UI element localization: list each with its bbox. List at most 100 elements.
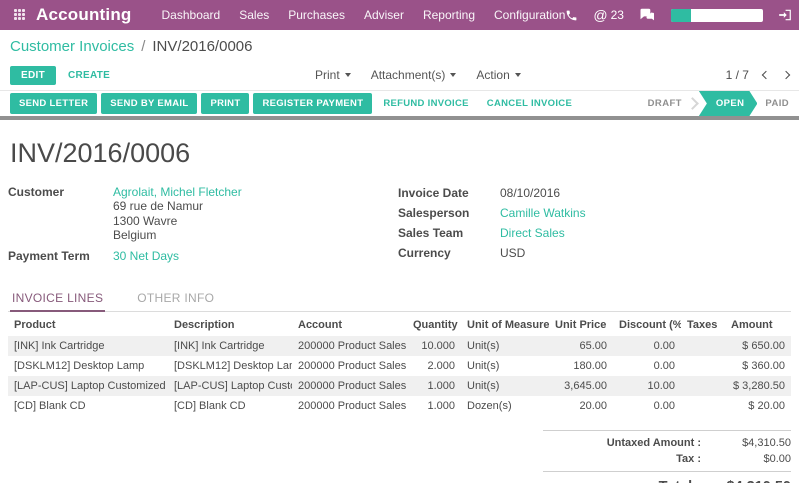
print-button[interactable]: PRINT [201,93,249,114]
customer-address-line: 1300 Wavre [113,214,398,229]
pager-counter[interactable]: 1 / 7 [726,68,749,82]
cell-uom: Unit(s) [461,336,549,356]
planner-progress-fill [671,9,691,22]
cell-unit-price: 20.00 [549,396,613,416]
salesperson-label: Salesperson [398,205,500,221]
cell-amount: $ 20.00 [725,396,791,416]
customer-address-line: Belgium [113,228,398,243]
status-widget: DRAFT OPEN PAID [648,91,789,116]
cell-unit-price: 3,645.00 [549,376,613,396]
customer-address-line: 69 rue de Namur [113,199,398,214]
col-taxes: Taxes [681,313,725,336]
cell-discount: 0.00 [613,356,681,376]
cell-description: [CD] Blank CD [168,396,292,416]
cell-description: [DSKLM12] Desktop Lamp [168,356,292,376]
chevron-down-icon [345,73,351,77]
mentions-count: 23 [611,8,624,22]
cell-quantity: 1.000 [407,376,461,396]
tab-invoice-lines[interactable]: INVOICE LINES [10,285,105,312]
cell-discount: 10.00 [613,376,681,396]
planner-progressbar[interactable] [671,9,763,22]
menu-dashboard[interactable]: Dashboard [162,8,221,22]
cell-amount: $ 650.00 [725,336,791,356]
cell-account: 200000 Product Sales [292,396,407,416]
attachments-dropdown[interactable]: Attachment(s) [371,68,457,82]
customer-label: Customer [8,185,113,243]
send-letter-button[interactable]: SEND LETTER [10,93,97,114]
mentions-icon[interactable]: @ 23 [593,7,624,23]
cancel-invoice-button[interactable]: CANCEL INVOICE [480,93,579,114]
cell-taxes [681,336,725,356]
table-row[interactable]: [DSKLM12] Desktop Lamp [DSKLM12] Desktop… [8,356,791,376]
customer-link[interactable]: Agrolait, Michel Fletcher [113,185,242,199]
cell-taxes [681,396,725,416]
attachments-dropdown-label: Attachment(s) [371,68,446,82]
cell-quantity: 10.000 [407,336,461,356]
salesperson-link[interactable]: Camille Watkins [500,205,791,221]
breadcrumb-separator: / [141,38,145,55]
menu-reporting[interactable]: Reporting [423,8,475,22]
sign-in-icon[interactable] [778,8,792,22]
cell-account: 200000 Product Sales [292,376,407,396]
col-discount: Discount (%) [613,313,681,336]
register-payment-button[interactable]: REGISTER PAYMENT [253,93,372,114]
chat-icon[interactable] [639,8,656,22]
table-row[interactable]: [CD] Blank CD [CD] Blank CD 200000 Produ… [8,396,791,416]
cell-product: [LAP-CUS] Laptop Customized [8,376,168,396]
table-row[interactable]: [LAP-CUS] Laptop Customized [LAP-CUS] La… [8,376,791,396]
col-uom: Unit of Measure [461,313,549,336]
action-dropdown-label: Action [476,68,509,82]
col-amount: Amount [725,313,791,336]
cell-product: [DSKLM12] Desktop Lamp [8,356,168,376]
statusbar: SEND LETTER SEND BY EMAIL PRINT REGISTER… [0,90,799,116]
cell-taxes [681,356,725,376]
refund-invoice-button[interactable]: REFUND INVOICE [376,93,475,114]
untaxed-amount-value: $4,310.50 [713,437,791,449]
pager-next-icon[interactable] [782,71,790,79]
total-value: $4,310.50 [713,479,791,483]
cell-amount: $ 3,280.50 [725,376,791,396]
cell-taxes [681,376,725,396]
state-draft[interactable]: DRAFT [648,98,682,109]
cell-account: 200000 Product Sales [292,336,407,356]
pager-previous-icon[interactable] [762,71,770,79]
invoice-date-value: 08/10/2016 [500,185,791,201]
sales-team-label: Sales Team [398,225,500,241]
chevron-down-icon [515,73,521,77]
table-row[interactable]: [INK] Ink Cartridge [INK] Ink Cartridge … [8,336,791,356]
control-panel: EDIT CREATE Print Attachment(s) Action 1… [0,60,799,90]
print-dropdown[interactable]: Print [315,68,351,82]
col-product: Product [8,313,168,336]
at-glyph: @ [593,7,607,23]
action-dropdown[interactable]: Action [476,68,520,82]
cell-quantity: 2.000 [407,356,461,376]
edit-button[interactable]: EDIT [10,66,56,85]
col-quantity: Quantity [407,313,461,336]
phone-icon[interactable] [565,9,578,22]
cell-description: [LAP-CUS] Laptop Customized [168,376,292,396]
create-button[interactable]: CREATE [68,70,110,81]
apps-menu-icon[interactable] [14,9,26,21]
tab-other-info[interactable]: OTHER INFO [135,285,216,311]
breadcrumb-parent-link[interactable]: Customer Invoices [10,38,134,55]
send-by-email-button[interactable]: SEND BY EMAIL [101,93,197,114]
cell-uom: Unit(s) [461,356,549,376]
breadcrumb: Customer Invoices / INV/2016/0006 [0,30,799,60]
payment-term-link[interactable]: 30 Net Days [113,249,398,263]
pager: 1 / 7 [726,68,789,82]
totals-panel: Untaxed Amount : $4,310.50 Tax : $0.00 T… [543,430,791,483]
menu-configuration[interactable]: Configuration [494,8,565,22]
state-open[interactable]: OPEN [699,91,758,116]
sales-team-link[interactable]: Direct Sales [500,225,791,241]
col-description: Description [168,313,292,336]
menu-sales[interactable]: Sales [239,8,269,22]
cell-uom: Dozen(s) [461,396,549,416]
chevron-right-icon [686,97,699,110]
currency-label: Currency [398,245,500,261]
top-navbar: Accounting Dashboard Sales Purchases Adv… [0,0,799,30]
state-paid[interactable]: PAID [765,98,789,109]
cell-unit-price: 180.00 [549,356,613,376]
menu-adviser[interactable]: Adviser [364,8,404,22]
menu-purchases[interactable]: Purchases [288,8,345,22]
chevron-down-icon [450,73,456,77]
